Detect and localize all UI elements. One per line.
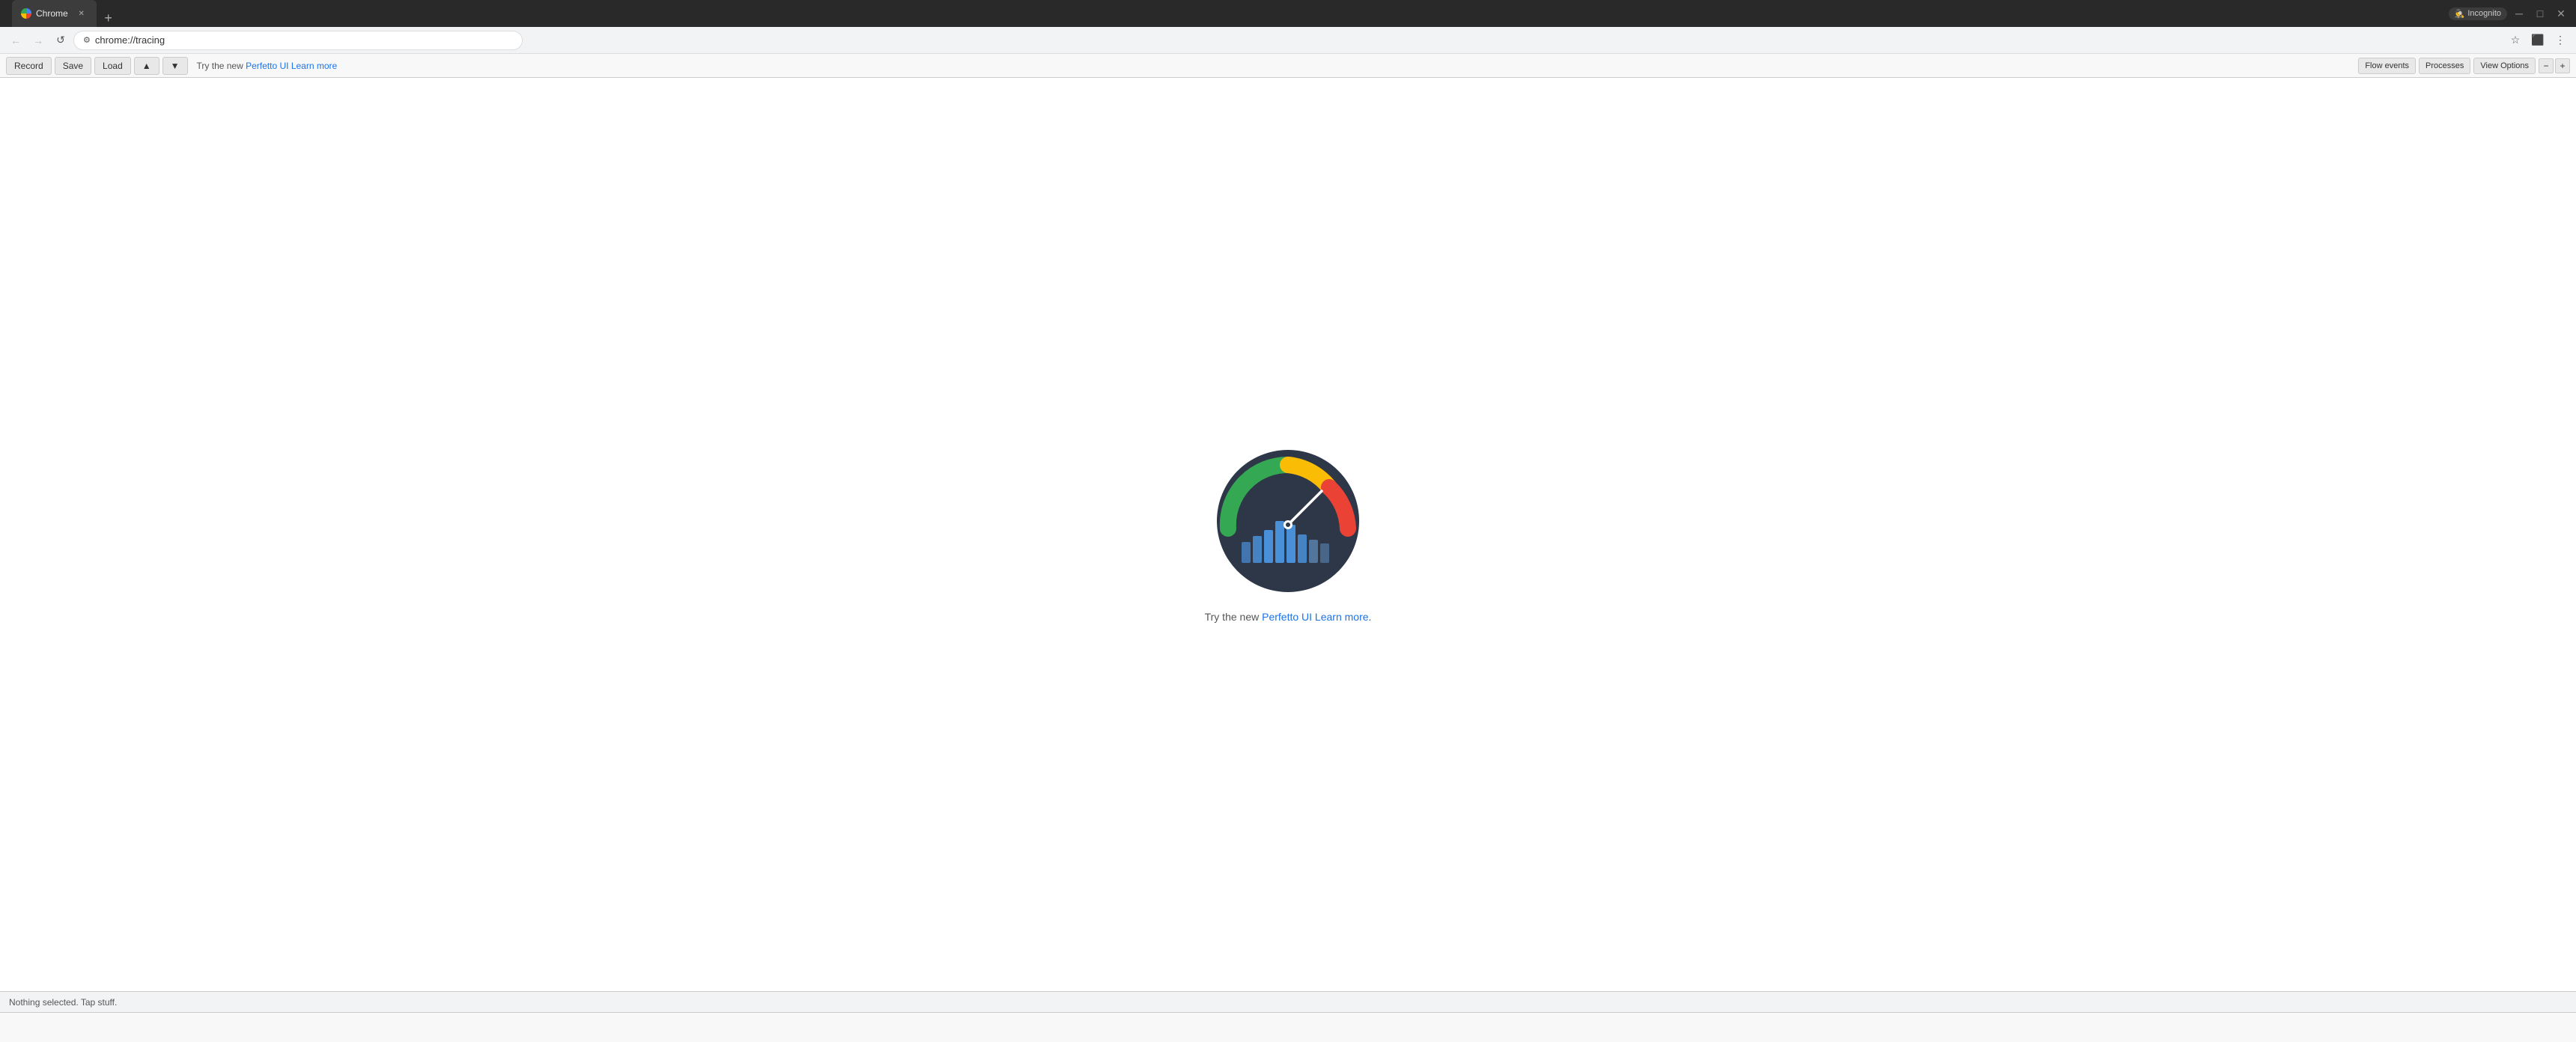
browser-titlebar: Chrome ✕ + 🕵 Incognito ─ □ ✕ [0,0,2576,27]
extensions-button[interactable]: ⬛ [2528,31,2548,50]
perfetto-ui-link-main[interactable]: Perfetto UI [1262,611,1312,623]
load-button[interactable]: Load [94,57,131,75]
flow-events-button[interactable]: Flow events [2358,58,2416,74]
back-icon: ← [10,34,21,46]
tab-bar: Chrome ✕ + [6,0,124,27]
star-icon: ☆ [2511,34,2521,46]
status-bar: Nothing selected. Tap stuff. [0,991,2576,1012]
reload-button[interactable]: ↺ [51,31,70,50]
address-url: chrome://tracing [95,34,165,46]
maximize-button[interactable]: □ [2531,4,2549,22]
processes-button[interactable]: Processes [2419,58,2470,74]
up-button[interactable]: ▲ [134,57,160,75]
extensions-icon: ⬛ [2531,34,2544,46]
incognito-icon: 🕵 [2455,9,2465,19]
tab-title: Chrome [36,8,68,19]
reload-icon: ↺ [56,34,65,46]
speedometer-svg [1213,446,1363,596]
bookmark-button[interactable]: ☆ [2506,31,2525,50]
toolbar-right-controls: ☆ ⬛ ⋮ [2506,31,2570,50]
tab-close-button[interactable]: ✕ [76,7,88,19]
toolbar-right: Flow events Processes View Options − + [2358,58,2570,74]
perfetto-notice-main: Try the new Perfetto UI Learn more. [1205,611,1372,623]
address-chrome-icon: ⚙ [83,35,91,45]
record-button[interactable]: Record [6,57,52,75]
save-button[interactable]: Save [55,57,91,75]
notice-suffix: . [1369,611,1372,623]
zoom-control: − + [2539,58,2570,73]
tracing-toolbar: Record Save Load ▲ ▼ Try the new Perfett… [0,54,2576,78]
minimize-button[interactable]: ─ [2510,4,2528,22]
perfetto-notice: Try the new Perfetto UI Learn more [197,61,338,71]
menu-icon: ⋮ [2555,34,2566,46]
menu-button[interactable]: ⋮ [2551,31,2570,50]
new-tab-button[interactable]: + [100,9,118,27]
incognito-label: Incognito [2467,9,2501,18]
learn-more-link[interactable]: Learn more [291,61,337,71]
perfetto-ui-link[interactable]: Perfetto UI [246,61,288,71]
view-options-button[interactable]: View Options [2473,58,2536,74]
status-message: Nothing selected. Tap stuff. [9,997,117,1008]
window-controls: 🕵 Incognito ─ □ ✕ [2449,4,2570,22]
close-window-button[interactable]: ✕ [2552,4,2570,22]
main-content: Try the new Perfetto UI Learn more. [0,78,2576,991]
notice-prefix-main: Try the new [1205,611,1263,623]
incognito-indicator: 🕵 Incognito [2449,7,2507,20]
bottom-area [0,1012,2576,1042]
back-button[interactable]: ← [6,31,25,50]
tab-favicon [21,8,31,19]
zoom-out-button[interactable]: − [2539,58,2554,73]
notice-prefix-text: Try the new [197,61,246,71]
address-bar-row: ← → ↺ ⚙ chrome://tracing ☆ ⬛ ⋮ [0,27,2576,54]
speedometer-logo [1213,446,1363,596]
logo-container: Try the new Perfetto UI Learn more. [1205,446,1372,623]
active-tab[interactable]: Chrome ✕ [12,0,97,27]
zoom-in-button[interactable]: + [2555,58,2570,73]
forward-button[interactable]: → [28,31,48,50]
down-button[interactable]: ▼ [162,57,188,75]
forward-icon: → [33,34,43,46]
address-bar[interactable]: ⚙ chrome://tracing [73,31,523,50]
learn-more-link-main[interactable]: Learn more [1315,611,1369,623]
